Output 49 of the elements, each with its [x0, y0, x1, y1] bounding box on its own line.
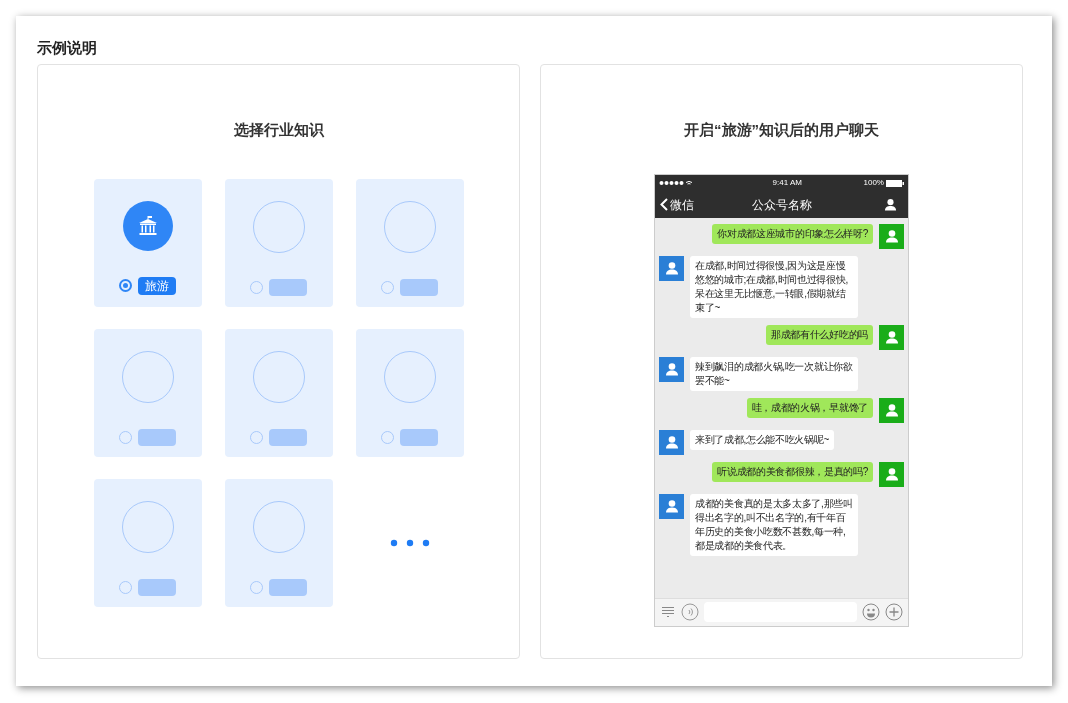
industry-card[interactable]: [224, 478, 333, 607]
menu-icon[interactable]: [660, 606, 676, 618]
profile-icon[interactable]: [884, 198, 897, 211]
more-icon: [389, 538, 430, 547]
avatar-icon: [659, 356, 684, 382]
label-placeholder: [138, 578, 176, 596]
avatar-icon: [879, 397, 904, 423]
chat-bubble: 哇，成都的火锅，早就馋了: [746, 397, 873, 418]
account-name: 公众号名称: [751, 196, 812, 214]
label-placeholder: [269, 578, 307, 596]
chat-bubble: 那成都有什么好吃的吗: [766, 324, 873, 345]
back-icon: [660, 198, 668, 211]
chat-bubble: 来到了成都,怎么能不吃火锅呢~: [690, 429, 835, 450]
label-placeholder: [400, 278, 438, 296]
label-placeholder: [138, 428, 176, 446]
avatar-icon: [879, 223, 904, 249]
section-heading: 示例说明: [37, 38, 98, 58]
label-placeholder: [269, 428, 307, 446]
avatar-icon: [879, 324, 904, 350]
industry-card[interactable]: 旅游: [93, 178, 202, 307]
signal-icon: [659, 180, 693, 186]
battery-reading: 100%: [863, 177, 884, 189]
chat-bubble: 听说成都的美食都很辣，是真的吗?: [712, 461, 873, 482]
avatar-icon: [879, 461, 904, 487]
status-time: 9:41 AM: [772, 177, 802, 189]
plus-icon[interactable]: [885, 603, 903, 621]
industry-card[interactable]: [355, 178, 464, 307]
option-label: 旅游: [138, 276, 176, 295]
voice-icon[interactable]: [681, 603, 699, 621]
back-button[interactable]: 微信: [660, 195, 720, 214]
chat-bubble: 辣到飙泪的成都火锅,吃一次就让你欲罢不能~: [690, 356, 858, 391]
avatar-icon: [659, 493, 684, 519]
industry-card[interactable]: [355, 328, 464, 457]
panel-title: 选择行业知识: [233, 120, 324, 140]
radio-button[interactable]: [119, 279, 132, 292]
avatar-icon: [659, 255, 684, 281]
emoji-icon[interactable]: [862, 603, 880, 621]
chat-bubble: 成都的美食真的是太多太多了,那些叫得出名字的,叫不出名字的,有千年百年历史的美食小吃数不甚数,每一种,都是成都的美食代表。: [690, 493, 858, 556]
chat-bubble: 你对成都这座城市的印象怎么样呀?: [712, 223, 873, 244]
avatar-icon: [659, 429, 684, 455]
panel-title: 开启“旅游”知识后的用户聊天: [684, 120, 879, 140]
industry-card[interactable]: [93, 478, 202, 607]
chat-bubble: 在成都,时间过得很慢,因为这是座慢悠悠的城市;在成都,时间也过得很快,呆在这里无比惬意,一转眼,假期就结束了~: [690, 255, 858, 318]
label-placeholder: [269, 278, 307, 296]
industry-card[interactable]: [224, 178, 333, 307]
industry-card[interactable]: [224, 328, 333, 457]
label-placeholder: [400, 428, 438, 446]
battery-icon: [886, 179, 904, 187]
industry-card[interactable]: [93, 328, 202, 457]
